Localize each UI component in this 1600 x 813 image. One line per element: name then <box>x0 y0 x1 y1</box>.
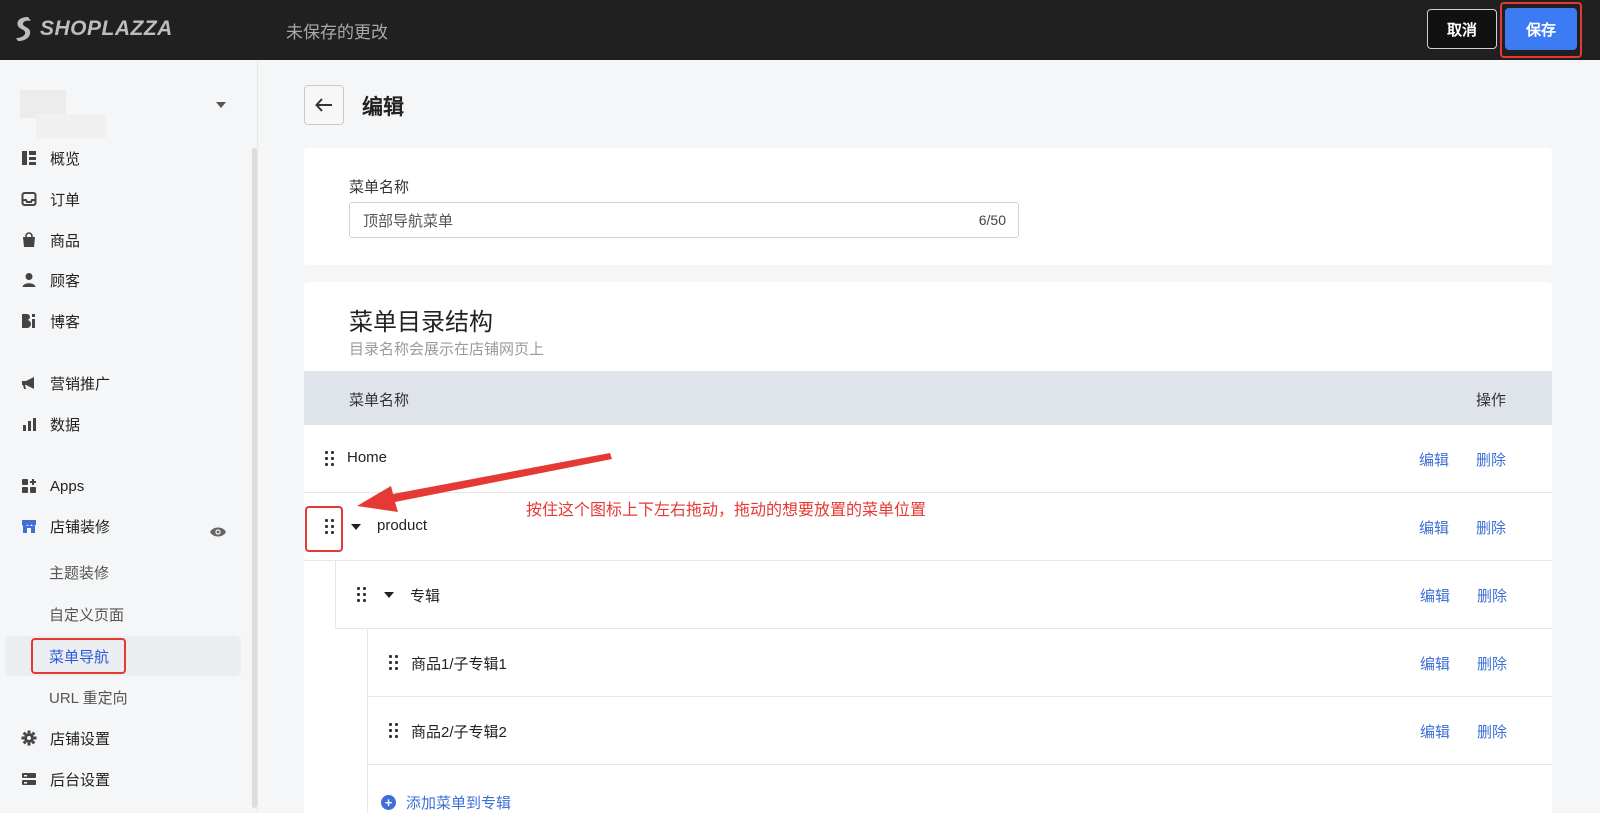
add-menu-to-album-link[interactable]: + 添加菜单到专辑 <box>381 792 511 813</box>
edit-link[interactable]: 编辑 <box>1420 721 1450 742</box>
drag-handle-icon[interactable] <box>389 655 399 671</box>
page-title: 编辑 <box>362 96 404 119</box>
save-button[interactable]: 保存 <box>1505 8 1577 50</box>
sidebar-item-label: 概览 <box>50 150 81 168</box>
blog-icon <box>20 312 38 330</box>
edit-link[interactable]: 编辑 <box>1420 653 1450 674</box>
shoplazza-logo[interactable]: SHOPLAZZA <box>14 16 173 42</box>
menu-name-card: 菜单名称 6/50 <box>304 148 1552 265</box>
sidebar-item-label: 店铺设置 <box>50 730 111 748</box>
bag-icon <box>20 231 38 249</box>
delete-link[interactable]: 删除 <box>1477 585 1507 606</box>
caret-down-icon[interactable] <box>351 524 361 530</box>
menu-item-label: 商品2/子专辑2 <box>411 724 507 741</box>
delete-link[interactable]: 删除 <box>1476 449 1506 470</box>
column-header-name: 菜单名称 <box>349 392 410 409</box>
sidebar-item-label: Apps <box>50 477 85 495</box>
logo-icon <box>16 17 31 41</box>
plus-circle-icon: + <box>381 795 396 810</box>
drag-handle-icon[interactable] <box>389 723 399 739</box>
top-bar: SHOPLAZZA 未保存的更改 取消 保存 <box>0 0 1600 60</box>
edit-link[interactable]: 编辑 <box>1419 517 1449 538</box>
sidebar-item-blog[interactable]: 博客 <box>20 306 80 336</box>
table-row: 专辑 编辑 删除 <box>335 561 1552 629</box>
edit-link[interactable]: 编辑 <box>1420 585 1450 606</box>
cancel-button[interactable]: 取消 <box>1427 9 1497 49</box>
table-row: 商品2/子专辑2 编辑 删除 <box>367 697 1552 765</box>
menu-structure-card: 菜单目录结构 目录名称会展示在店铺网页上 菜单名称 操作 Home 编辑 删除 … <box>304 282 1552 813</box>
sidebar-item-admin-settings[interactable]: 后台设置 <box>20 764 110 794</box>
annotation-text: 按住这个图标上下左右拖动，拖动的想要放置的菜单位置 <box>526 502 927 519</box>
sidebar-item-overview[interactable]: 概览 <box>20 143 80 173</box>
sidebar-item-label: 订单 <box>50 191 81 209</box>
sidebar-item-orders[interactable]: 订单 <box>20 184 80 214</box>
gear-icon <box>20 729 38 747</box>
brand-name: SHOPLAZZA <box>40 17 173 40</box>
megaphone-icon <box>20 374 38 392</box>
sidebar-item-store-settings[interactable]: 店铺设置 <box>20 723 110 753</box>
sidebar-item-marketing[interactable]: 营销推广 <box>20 368 110 398</box>
sidebar-item-label: 商品 <box>50 232 81 250</box>
sidebar-subitem-custom-pages[interactable]: 自定义页面 <box>49 599 124 629</box>
back-button[interactable] <box>304 85 344 125</box>
delete-link[interactable]: 删除 <box>1477 653 1507 674</box>
nest-guide-line <box>367 765 368 813</box>
overview-icon <box>20 149 38 167</box>
user-icon <box>20 271 38 289</box>
section-title: 菜单目录结构 <box>349 309 493 336</box>
edit-link[interactable]: 编辑 <box>1419 449 1449 470</box>
sidebar-item-label: 店铺装修 <box>50 518 111 536</box>
drag-handle-icon[interactable] <box>325 451 335 467</box>
sidebar-item-apps[interactable]: Apps <box>20 471 84 501</box>
sidebar-item-label: 顾客 <box>50 272 81 290</box>
arrow-left-icon <box>315 98 332 112</box>
sidebar-item-products[interactable]: 商品 <box>20 225 80 255</box>
eye-icon[interactable] <box>209 526 227 538</box>
sidebar-subitem-theme[interactable]: 主题装修 <box>49 557 109 587</box>
column-header-actions: 操作 <box>1476 392 1507 409</box>
drag-handle-highlight <box>305 506 343 552</box>
menu-item-label: 专辑 <box>410 588 441 605</box>
inbox-icon <box>20 190 38 208</box>
menu-name-label: 菜单名称 <box>349 179 410 196</box>
delete-link[interactable]: 删除 <box>1476 517 1506 538</box>
delete-link[interactable]: 删除 <box>1477 721 1507 742</box>
section-subtitle: 目录名称会展示在店铺网页上 <box>349 341 545 358</box>
bar-chart-icon <box>20 415 38 433</box>
storefront-icon <box>20 517 38 535</box>
sidebar-item-customers[interactable]: 顾客 <box>20 265 80 295</box>
sidebar-subitem-url-redirect[interactable]: URL 重定向 <box>49 682 128 712</box>
chevron-down-icon[interactable] <box>216 102 226 108</box>
store-name-blurred <box>36 114 106 138</box>
apps-icon <box>20 477 38 495</box>
sidebar-item-store-design[interactable]: 店铺装修 <box>20 511 110 541</box>
menu-nav-highlight <box>31 638 126 674</box>
table-row: 商品1/子专辑1 编辑 删除 <box>367 629 1552 697</box>
menu-name-field[interactable]: 6/50 <box>349 202 1019 238</box>
sidebar-item-label: 后台设置 <box>50 771 111 789</box>
sidebar-item-label: 博客 <box>50 313 81 331</box>
sidebar-item-label: 营销推广 <box>50 375 111 393</box>
caret-down-icon[interactable] <box>384 592 394 598</box>
drag-handle-icon[interactable] <box>357 587 367 603</box>
menu-item-label: 商品1/子专辑1 <box>411 656 507 673</box>
menu-name-input[interactable] <box>350 203 910 237</box>
char-counter: 6/50 <box>978 212 1006 228</box>
sidebar-scrollbar[interactable] <box>252 148 257 808</box>
unsaved-changes-label: 未保存的更改 <box>286 23 388 42</box>
store-selector[interactable] <box>14 90 134 138</box>
sidebar-item-data[interactable]: 数据 <box>20 409 80 439</box>
add-menu-label: 添加菜单到专辑 <box>406 795 512 812</box>
server-icon <box>20 770 38 788</box>
table-header: 菜单名称 操作 <box>304 371 1552 425</box>
sidebar-item-label: 数据 <box>50 416 81 434</box>
